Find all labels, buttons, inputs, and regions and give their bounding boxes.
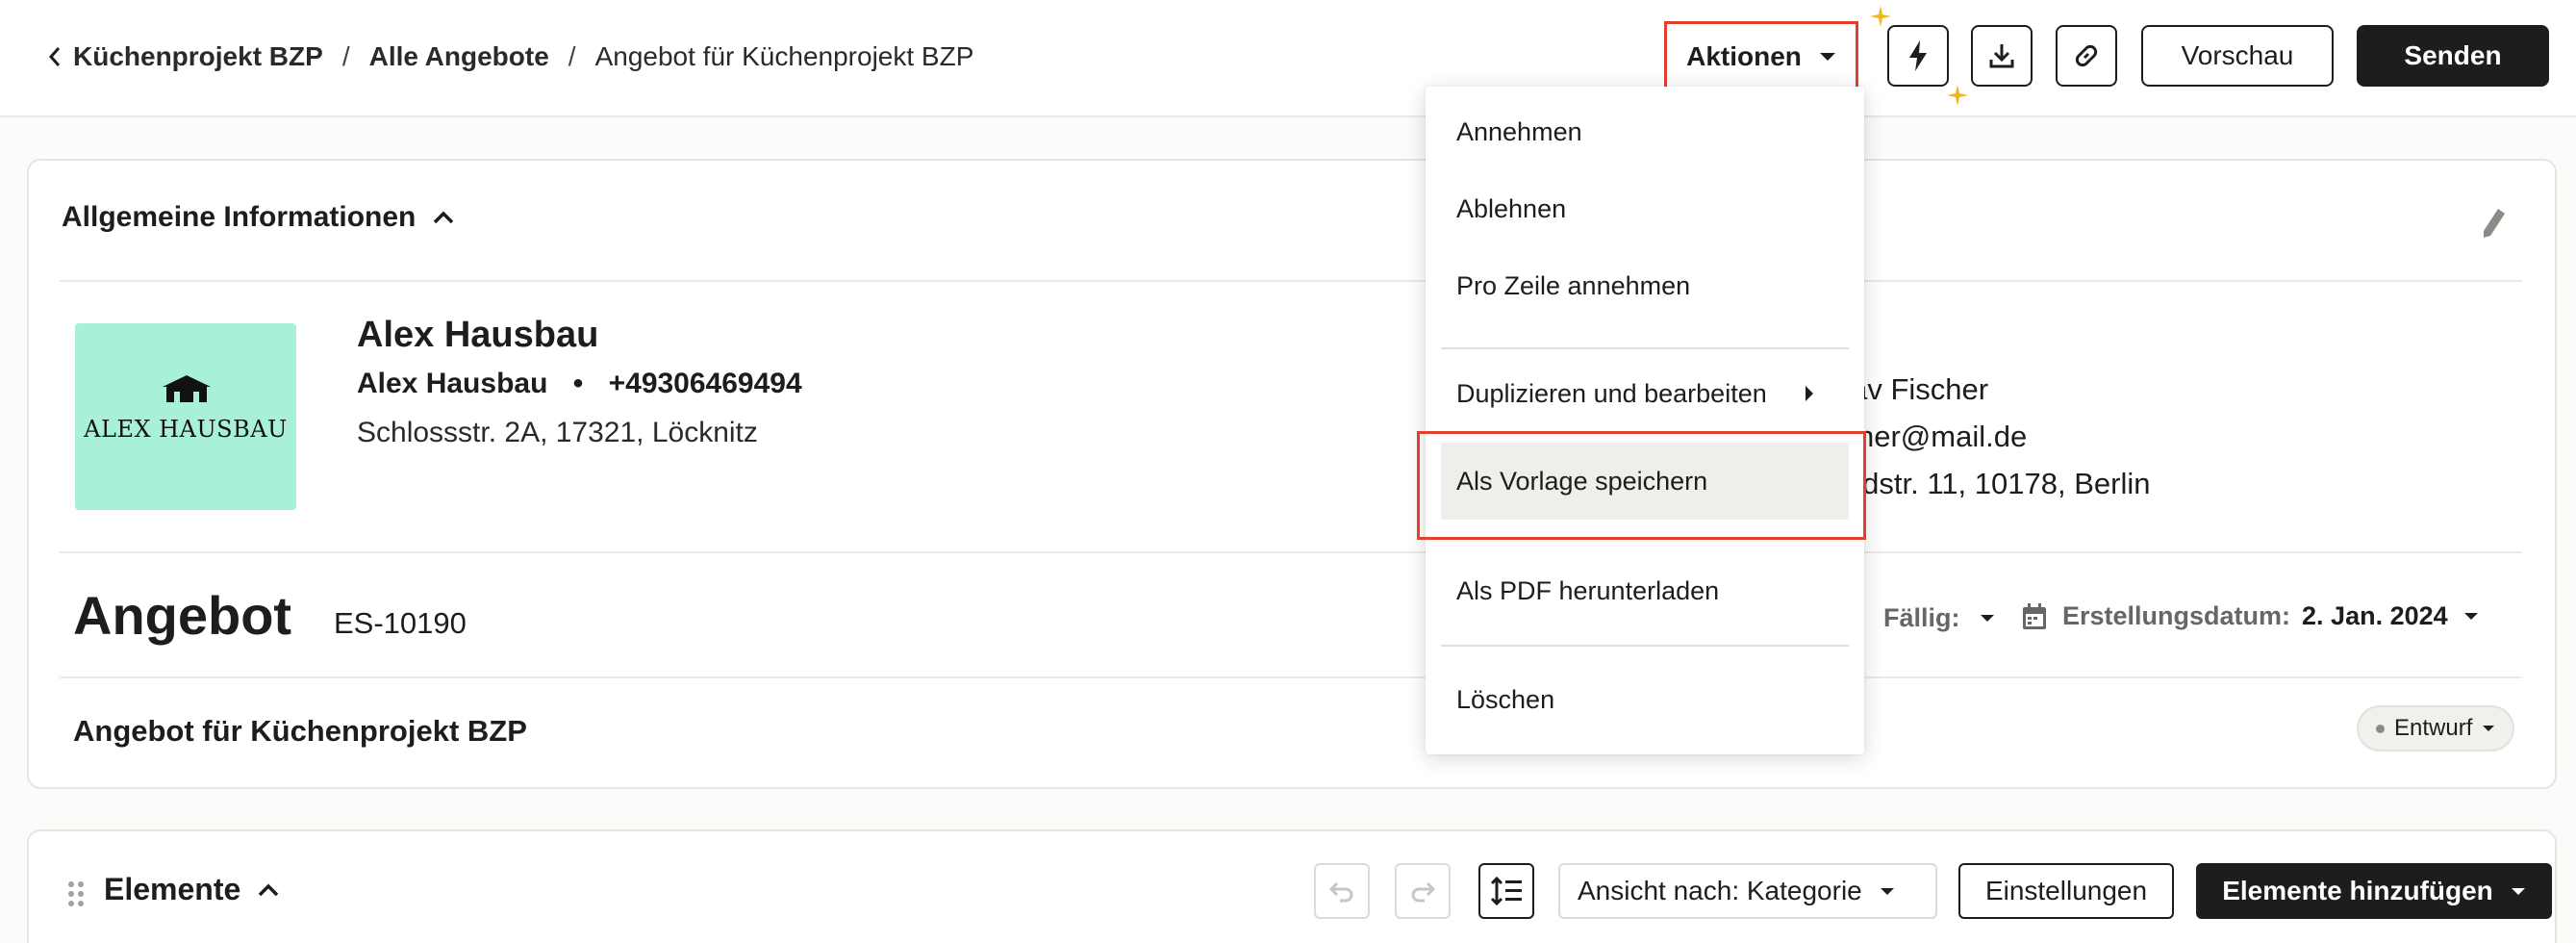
caret-down-icon [1880, 887, 1894, 895]
menu-item-label: Duplizieren und bearbeiten [1456, 378, 1767, 408]
sparkle-icon [1870, 6, 1891, 27]
breadcrumb-all-offers[interactable]: Alle Angebote [369, 41, 549, 72]
caret-down-icon [2483, 726, 2495, 731]
menu-item-download-pdf[interactable]: Als PDF herunterladen [1426, 563, 1864, 619]
company-contact: Alex Hausbau • +49306469494 [357, 368, 802, 400]
lightning-icon [1907, 39, 1929, 72]
elements-title: Elemente [104, 872, 241, 906]
section-title: Allgemeine Informationen [62, 201, 417, 233]
pencil-icon[interactable] [2482, 207, 2507, 240]
add-elements-label: Elemente hinzufügen [2222, 876, 2493, 905]
highlight-outline [1417, 431, 1866, 540]
due-date-selector[interactable]: Fällig: [1883, 603, 1995, 633]
offer-number: ES-10190 [334, 606, 467, 640]
menu-divider [1441, 347, 1849, 349]
menu-item-accept[interactable]: Annehmen [1426, 104, 1864, 160]
elements-card: Elemente Ansicht nach: Kategorie Einstel… [27, 829, 2557, 943]
company-logo: ALEX HAUSBAU [75, 323, 296, 510]
send-button[interactable]: Senden [2357, 25, 2549, 87]
caret-down-icon [2463, 613, 2478, 620]
menu-item-accept-per-line[interactable]: Pro Zeile annehmen [1426, 258, 1864, 314]
actions-menu: Annehmen Ablehnen Pro Zeile annehmen Dup… [1426, 87, 1864, 754]
due-label: Fällig: [1883, 603, 1960, 632]
redo-button[interactable] [1395, 863, 1451, 919]
house-icon [159, 373, 215, 404]
actions-button[interactable]: Aktionen [1664, 21, 1858, 92]
download-button[interactable] [1971, 25, 2033, 87]
drag-handle-icon[interactable] [67, 880, 85, 907]
download-icon [1987, 41, 2016, 70]
company-address: Schlossstr. 2A, 17321, Löcknitz [357, 417, 758, 448]
breadcrumb: Küchenprojekt BZP / Alle Angebote / Ange… [48, 35, 973, 79]
add-elements-button[interactable]: Elemente hinzufügen [2196, 863, 2552, 919]
undo-icon [1328, 879, 1355, 903]
menu-item-reject[interactable]: Ablehnen [1426, 181, 1864, 237]
contact-name: Alex Hausbau [357, 368, 548, 399]
section-toggle-general-info[interactable]: Allgemeine Informationen [62, 201, 454, 234]
offer-title: Angebot [73, 585, 292, 646]
calendar-icon [2022, 602, 2047, 630]
section-toggle-elements[interactable]: Elemente [104, 872, 279, 907]
link-icon [2071, 40, 2102, 71]
created-date-selector[interactable]: Erstellungsdatum: 2. Jan. 2024 [2022, 601, 2479, 631]
line-spacing-icon [1490, 877, 1523, 905]
chevron-up-icon [416, 211, 454, 224]
logo-text: ALEX HAUSBAU [84, 416, 288, 443]
settings-button[interactable]: Einstellungen [1958, 863, 2174, 919]
divider [60, 551, 2522, 553]
breadcrumb-separator: / [568, 41, 576, 71]
breadcrumb-current: Angebot für Küchenprojekt BZP [594, 41, 974, 71]
quick-action-button[interactable] [1887, 25, 1949, 87]
actions-label: Aktionen [1686, 41, 1802, 71]
status-label: Entwurf [2394, 715, 2473, 741]
contact-separator: • [572, 368, 584, 399]
top-header: Küchenprojekt BZP / Alle Angebote / Ange… [0, 0, 2576, 117]
caret-down-icon [1819, 52, 1836, 62]
client-address: tardstr. 11, 10178, Berlin [1828, 467, 2151, 500]
company-phone: +49306469494 [608, 368, 802, 399]
menu-item-delete[interactable]: Löschen [1426, 672, 1864, 727]
line-spacing-button[interactable] [1478, 863, 1534, 919]
created-label: Erstellungsdatum: [2062, 601, 2291, 630]
chevron-right-icon [1805, 385, 1814, 402]
general-info-card: Allgemeine Informationen ALEX HAUSBAU Al… [27, 159, 2557, 789]
chevron-up-icon [240, 883, 279, 897]
divider [60, 280, 2522, 282]
offer-description: Angebot für Küchenprojekt BZP [73, 714, 527, 748]
menu-divider [1441, 645, 1849, 647]
caret-down-icon [2511, 887, 2525, 895]
menu-item-duplicate-edit[interactable]: Duplizieren und bearbeiten [1426, 366, 1864, 421]
created-value: 2. Jan. 2024 [2302, 601, 2448, 630]
sparkle-icon [1947, 85, 1968, 106]
chevron-left-icon[interactable] [48, 45, 62, 68]
breadcrumb-project[interactable]: Küchenprojekt BZP [73, 41, 323, 72]
status-dot [2376, 724, 2385, 733]
preview-button[interactable]: Vorschau [2141, 25, 2334, 87]
view-by-select[interactable]: Ansicht nach: Kategorie [1558, 863, 1937, 919]
company-name: Alex Hausbau [357, 315, 599, 355]
divider [60, 676, 2522, 678]
share-link-button[interactable] [2056, 25, 2117, 87]
redo-icon [1409, 879, 1436, 903]
breadcrumb-separator: / [341, 41, 350, 71]
undo-button[interactable] [1314, 863, 1370, 919]
view-by-label: Ansicht nach: Kategorie [1578, 876, 1862, 905]
caret-down-icon [1960, 614, 1995, 623]
status-badge[interactable]: Entwurf [2357, 705, 2515, 752]
